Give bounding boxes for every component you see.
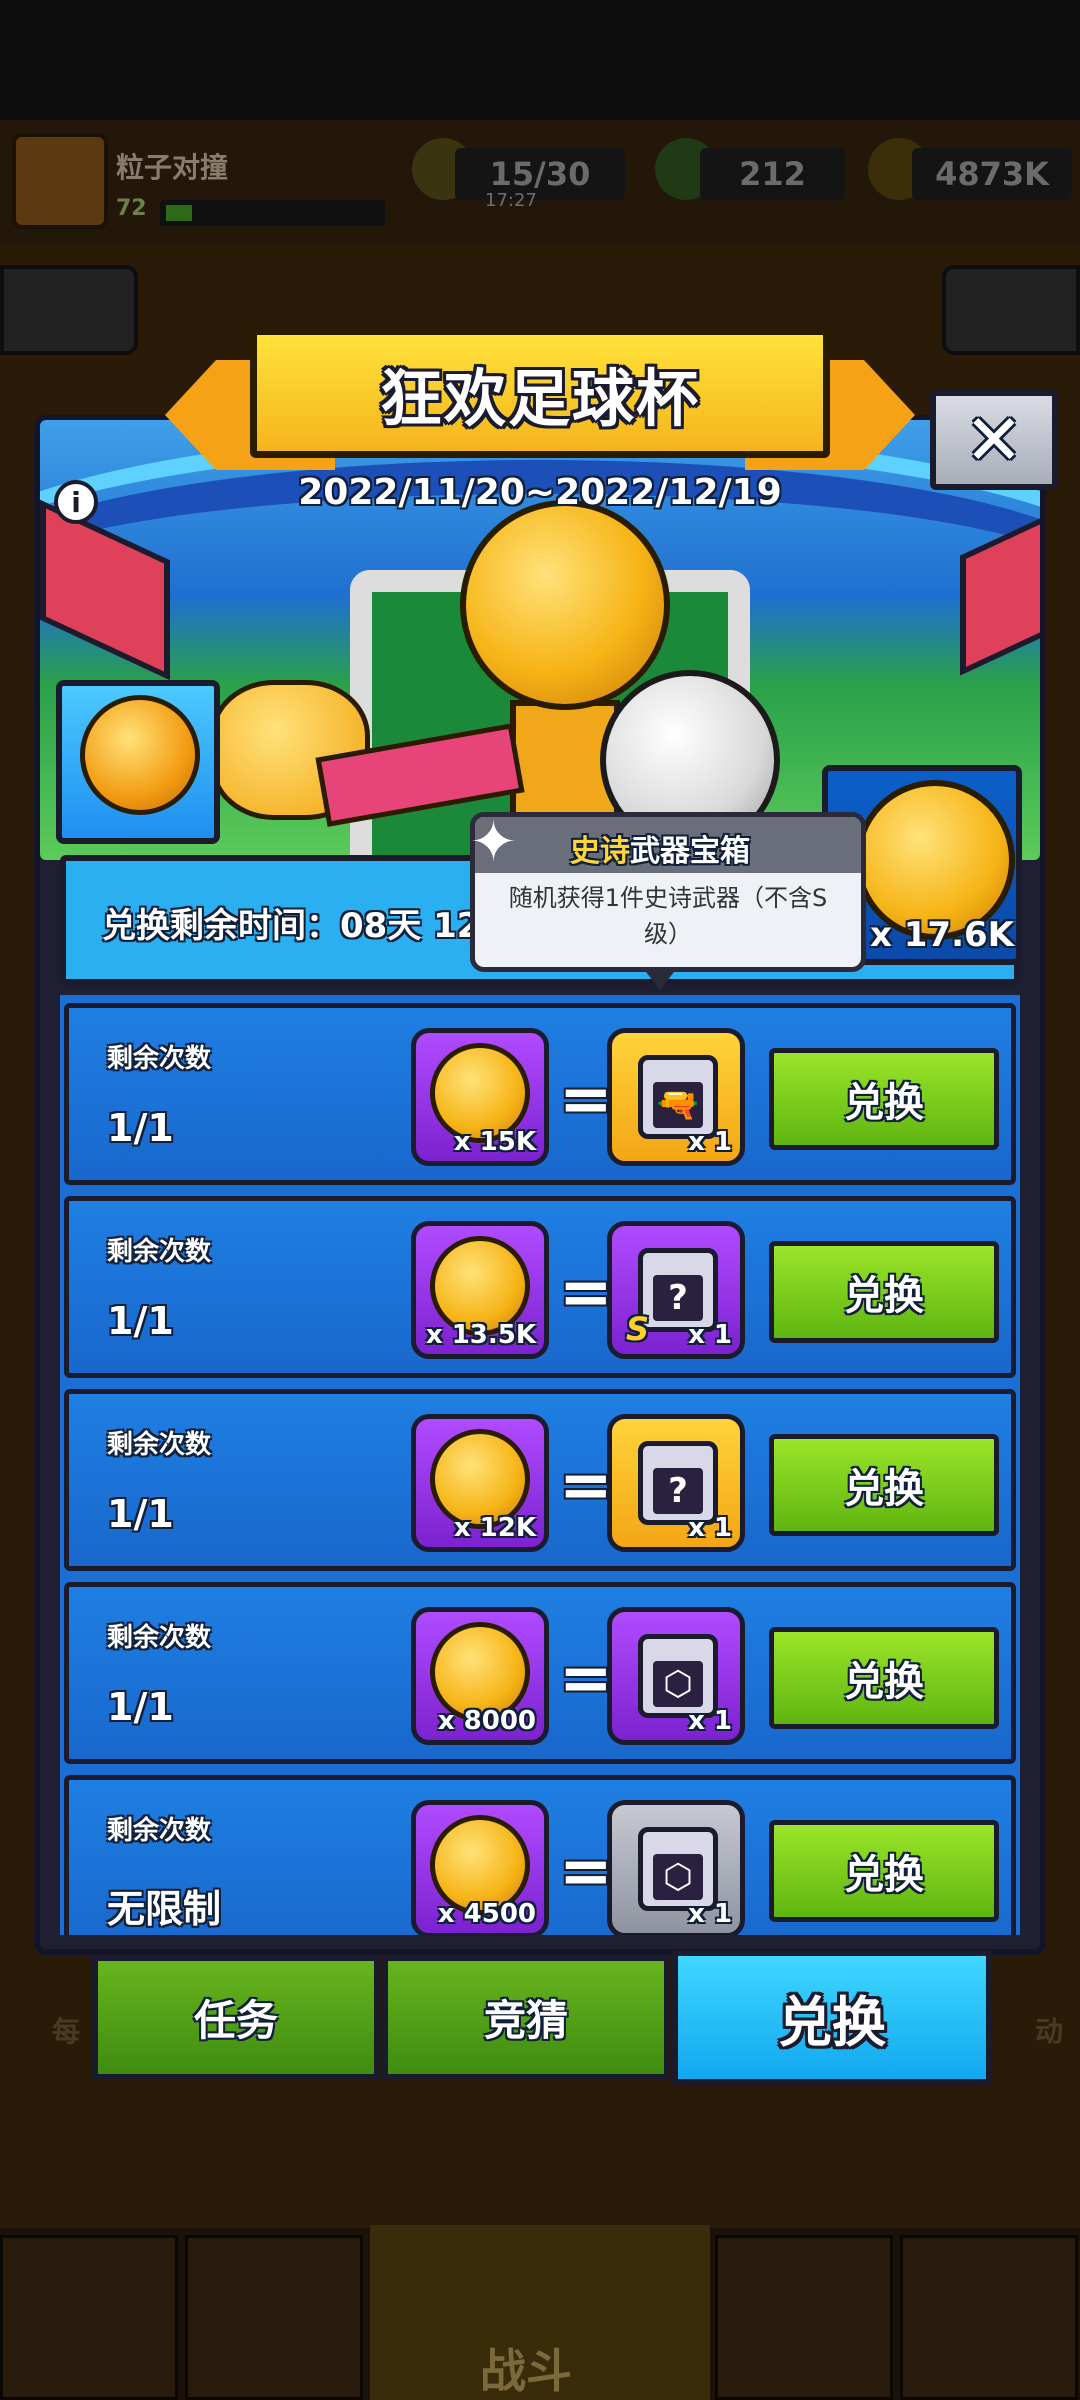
- tooltip-title-highlight: 史诗: [570, 834, 630, 869]
- tooltip-title-rest: 武器宝箱: [630, 834, 750, 869]
- remaining-label: 剩余次数: [107, 1430, 212, 1460]
- page-title: 狂欢足球杯: [379, 362, 700, 435]
- exchange-button[interactable]: 兑换: [769, 1434, 999, 1536]
- trophy-icon: [460, 500, 670, 710]
- nav-shop[interactable]: [0, 2235, 178, 2400]
- nav-weapons[interactable]: [185, 2235, 363, 2400]
- remaining-label: 剩余次数: [107, 1044, 212, 1074]
- cost-amount: x 4500: [437, 1899, 536, 1929]
- info-icon[interactable]: i: [54, 480, 98, 524]
- player-name: 粒子对撞: [116, 151, 229, 184]
- nav-battle-label: 战斗: [480, 2344, 572, 2398]
- chest-symbol: ?: [653, 1468, 703, 1514]
- tab-exchange[interactable]: 兑换: [672, 1950, 992, 2085]
- remaining-label: 剩余次数: [107, 1816, 212, 1846]
- remaining-count: 1/1: [107, 1685, 174, 1729]
- reward-amount: x 1: [688, 1706, 732, 1736]
- status-bar-area: [0, 0, 1080, 120]
- cost-amount: x 8000: [437, 1706, 536, 1736]
- exchange-row: 剩余次数 1/1 x 12K =? x 1 兑换: [64, 1389, 1016, 1571]
- remaining-label: 剩余次数: [107, 1237, 212, 1267]
- chest-symbol: ⬡: [653, 1854, 703, 1900]
- gold-counter[interactable]: 4873K: [912, 148, 1072, 200]
- equals-icon: =: [559, 1642, 613, 1716]
- reward-amount: x 1: [688, 1899, 732, 1929]
- equals-icon: =: [559, 1835, 613, 1909]
- remaining-count: 无限制: [107, 1887, 222, 1931]
- golden-trophy-icon: [80, 695, 200, 815]
- currency-amount: x 17.6K: [870, 915, 1015, 955]
- player-level: 72: [116, 196, 147, 221]
- equals-icon: =: [559, 1256, 613, 1330]
- cost-slot[interactable]: x 8000: [411, 1607, 549, 1745]
- remaining-count: 1/1: [107, 1492, 174, 1536]
- reward-slot[interactable]: ⬡ x 1: [607, 1607, 745, 1745]
- reward-slot[interactable]: ? x 1: [607, 1414, 745, 1552]
- cost-amount: x 15K: [453, 1127, 536, 1157]
- reward-slot[interactable]: ⬡ x 1: [607, 1800, 745, 1935]
- exchange-row: 剩余次数 无限制 x 4500 = ⬡ x 1 兑换: [64, 1775, 1016, 1935]
- exchange-row: 剩余次数 1/1 x 13.5K =? Sx 1 兑换: [64, 1196, 1016, 1378]
- title-banner: 狂欢足球杯: [250, 328, 830, 458]
- reward-amount: x 1: [688, 1513, 732, 1543]
- chest-symbol: 🔫: [653, 1082, 703, 1128]
- settings-button[interactable]: [0, 265, 138, 355]
- gem-counter[interactable]: 212: [700, 148, 845, 200]
- remaining-count: 1/1: [107, 1106, 174, 1150]
- chest-symbol: ?: [653, 1275, 703, 1321]
- side-label-left: 每: [52, 2015, 81, 2048]
- cost-slot[interactable]: x 13.5K: [411, 1221, 549, 1359]
- exchange-button[interactable]: 兑换: [769, 1820, 999, 1922]
- event-date-range: 2022/11/20~2022/12/19: [298, 472, 782, 513]
- reward-slot[interactable]: ? Sx 1: [607, 1221, 745, 1359]
- cost-amount: x 12K: [453, 1513, 536, 1543]
- side-label-right: 动: [1035, 2015, 1064, 2048]
- chest-symbol: ⬡: [653, 1661, 703, 1707]
- tooltip-title: 史诗武器宝箱: [570, 826, 750, 870]
- equals-icon: =: [559, 1449, 613, 1523]
- cost-slot[interactable]: x 12K: [411, 1414, 549, 1552]
- cost-amount: x 13.5K: [425, 1320, 536, 1350]
- mail-button[interactable]: [942, 265, 1080, 355]
- close-button[interactable]: ✕: [930, 390, 1058, 490]
- tab-task[interactable]: 任务: [92, 1955, 380, 2080]
- reward-amount: x 1: [688, 1127, 732, 1157]
- s-rank-badge: S: [626, 1310, 650, 1348]
- exchange-button[interactable]: 兑换: [769, 1241, 999, 1343]
- exchange-row: 剩余次数 1/1 x 8000 = ⬡ x 1 兑换: [64, 1582, 1016, 1764]
- remaining-label: 剩余次数: [107, 1623, 212, 1653]
- xp-bar: [160, 200, 385, 226]
- tooltip-description: 随机获得1件史诗武器（不含S级）: [508, 884, 828, 948]
- nav-events[interactable]: [715, 2235, 893, 2400]
- exchange-button[interactable]: 兑换: [769, 1627, 999, 1729]
- avatar[interactable]: [12, 133, 108, 229]
- xp-bar-fill: [166, 205, 192, 221]
- energy-counter[interactable]: 15/30: [455, 148, 625, 200]
- sparkle-icon: ✦: [470, 810, 517, 875]
- exchange-time-remaining: 兑换剩余时间：08天 12: [102, 906, 481, 946]
- exchange-list[interactable]: 剩余次数 1/1 x 15K = 🔫 x 1 兑换 剩余次数 1/1 x 13.5K =? Sx 1兑…: [60, 995, 1020, 1935]
- cost-slot[interactable]: x 4500: [411, 1800, 549, 1935]
- remaining-count: 1/1: [107, 1299, 174, 1343]
- equals-icon: =: [559, 1063, 613, 1137]
- cost-slot[interactable]: x 15K: [411, 1028, 549, 1166]
- nav-dna[interactable]: [900, 2235, 1078, 2400]
- energy-timer: 17:27: [485, 190, 537, 211]
- reward-slot[interactable]: 🔫 x 1: [607, 1028, 745, 1166]
- exchange-button[interactable]: 兑换: [769, 1048, 999, 1150]
- reward-amount: x 1: [688, 1320, 732, 1350]
- exchange-row: 剩余次数 1/1 x 15K = 🔫 x 1 兑换: [64, 1003, 1016, 1185]
- tab-guess[interactable]: 竞猜: [382, 1955, 670, 2080]
